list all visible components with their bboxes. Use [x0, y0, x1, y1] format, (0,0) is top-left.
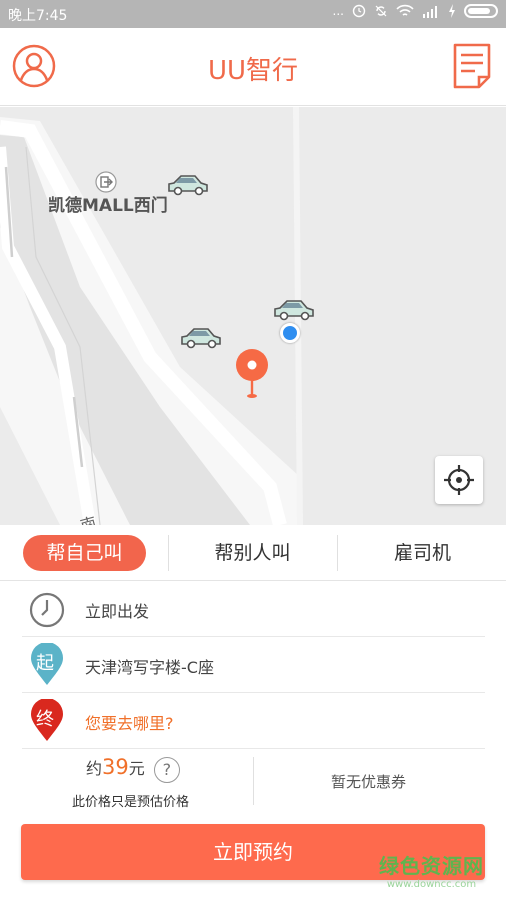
pickup-pin-icon [236, 349, 268, 398]
start-badge: 起 [36, 653, 54, 674]
end-badge: 终 [36, 709, 54, 730]
tab-divider [168, 535, 169, 571]
locate-crosshair-icon [444, 465, 474, 495]
status-bar: 晚上7:45 ... [0, 0, 506, 28]
price-estimate-area: 约39元 ? 此价格只是预估价格 暂无优惠券 [22, 749, 485, 813]
price-amount: 39 [102, 755, 129, 779]
watermark: 绿色资源网 www.downcc.com [379, 850, 484, 890]
app-header: UU智行 [0, 28, 506, 106]
destination-input[interactable]: 您要去哪里? [85, 710, 174, 734]
sync-icon [375, 5, 387, 17]
coupon-selector[interactable]: 暂无优惠券 [331, 771, 406, 792]
destination-row[interactable]: 终 您要去哪里? [22, 693, 485, 749]
locate-button[interactable] [435, 456, 483, 504]
tab-hire-driver[interactable]: 雇司机 [360, 535, 485, 571]
tab-call-for-self[interactable]: 帮自己叫 [23, 535, 146, 571]
car-icon [181, 328, 221, 349]
poi-label[interactable]: 凯德MALL西门 [48, 191, 168, 216]
departure-time-label: 立即出发 [85, 602, 150, 621]
price-help-icon[interactable]: ? [153, 756, 180, 783]
departure-time-row[interactable]: 立即出发 [22, 581, 485, 637]
car-icon [274, 300, 314, 321]
price-divider [253, 757, 254, 805]
status-icons: ... [333, 4, 498, 18]
price-unit: 元 [128, 759, 145, 778]
watermark-url: www.downcc.com [386, 879, 477, 890]
price-note: 此价格只是预估价格 [72, 795, 190, 810]
tab-divider [337, 535, 338, 571]
wifi-icon [396, 4, 414, 16]
entrance-icon [95, 171, 117, 193]
more-dots-icon: ... [332, 4, 344, 18]
map-view[interactable]: 凯德MALL西门 南 [0, 107, 506, 525]
price-estimate: 约39元 ? [86, 755, 180, 783]
car-icon [168, 175, 208, 196]
start-location-label: 天津湾写字楼-C座 [85, 658, 214, 677]
charging-icon [449, 4, 455, 18]
map-roads [0, 107, 303, 525]
tab-call-for-others[interactable]: 帮别人叫 [190, 535, 315, 571]
watermark-title: 绿色资源网 [379, 854, 484, 878]
battery-icon [464, 4, 498, 18]
order-list-icon[interactable] [452, 42, 492, 90]
current-location-dot [280, 323, 300, 343]
clock-icon [29, 592, 65, 628]
alarm-icon [352, 4, 366, 18]
start-location-row[interactable]: 起 天津湾写字楼-C座 [22, 637, 485, 693]
price-prefix: 约 [86, 759, 103, 778]
service-tabs: 帮自己叫 帮别人叫 雇司机 [0, 525, 506, 581]
signal-icon [423, 5, 437, 18]
status-time: 晚上7:45 [8, 8, 68, 24]
page-title: UU智行 [207, 56, 299, 86]
